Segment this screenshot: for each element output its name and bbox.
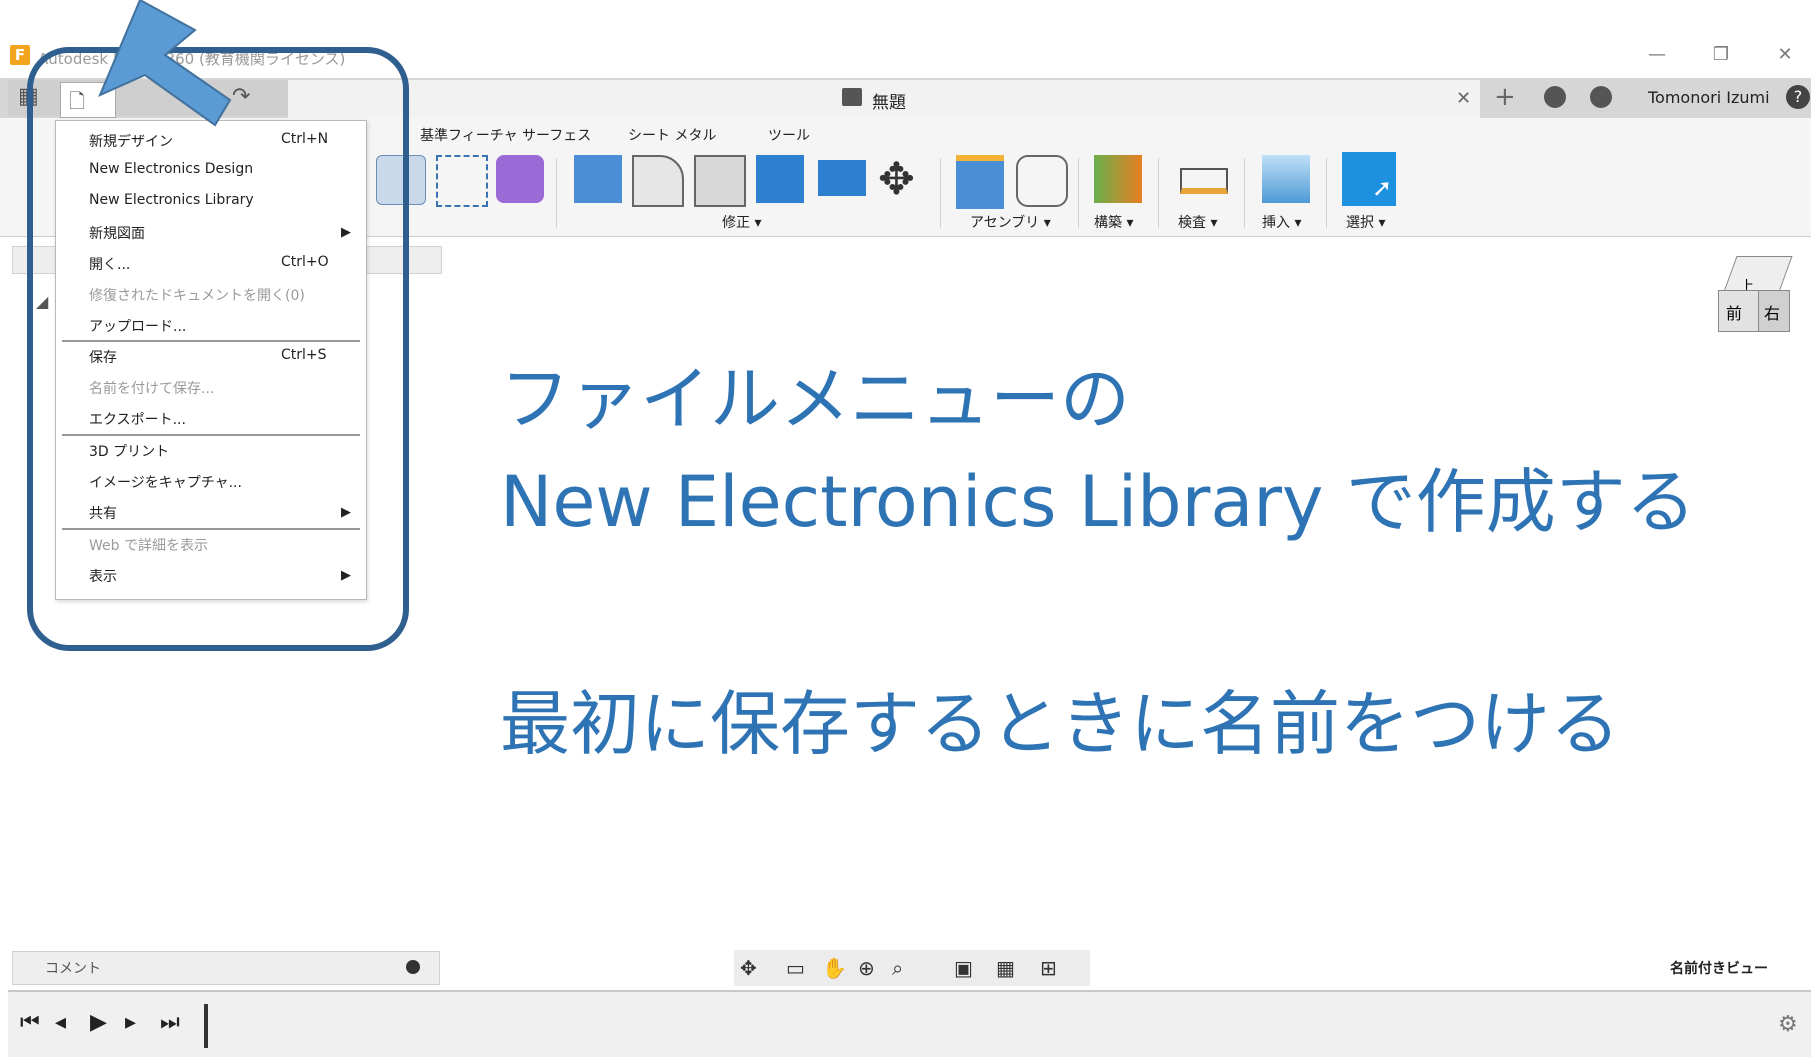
joint-icon[interactable] xyxy=(1016,155,1068,207)
grid-settings-icon[interactable]: ▦ xyxy=(996,956,1015,980)
ribbon-tab-sheet-metal[interactable]: シート メタル xyxy=(628,125,716,145)
pointer-arrow-icon xyxy=(98,0,232,127)
view-cube-top[interactable] xyxy=(1723,256,1793,292)
ribbon-separator xyxy=(940,158,941,228)
document-title: 無題 xyxy=(872,93,906,113)
step-forward-icon[interactable]: ▸ xyxy=(125,1010,136,1035)
assemble-group[interactable]: アセンブリ ▾ xyxy=(970,212,1051,232)
ribbon-separator xyxy=(1158,158,1159,228)
move-icon[interactable]: ✥ xyxy=(878,154,915,205)
new-tab-button[interactable]: + xyxy=(1494,82,1516,112)
ribbon-separator xyxy=(1078,158,1079,228)
step-back-icon[interactable]: ◂ xyxy=(55,1010,66,1035)
display-settings-icon[interactable]: ▣ xyxy=(954,956,973,980)
fillet-icon[interactable] xyxy=(632,155,684,207)
insert-image-icon[interactable] xyxy=(1262,155,1310,203)
new-component-icon[interactable] xyxy=(956,155,1004,209)
play-icon[interactable]: ▶ xyxy=(90,1010,107,1035)
press-pull-icon[interactable] xyxy=(574,155,622,203)
restore-button[interactable]: ❐ xyxy=(1706,44,1736,65)
annotation-line-2: New Electronics Library で作成する xyxy=(500,461,1696,543)
ribbon-tab-tools[interactable]: ツール xyxy=(768,125,810,145)
measure-icon[interactable] xyxy=(1180,168,1228,194)
sketch-icon[interactable] xyxy=(436,155,488,207)
close-tab-button[interactable]: ✕ xyxy=(1456,88,1471,109)
offset-plane-icon[interactable] xyxy=(1094,155,1142,203)
view-cube[interactable]: 上 前 右 xyxy=(1712,250,1793,334)
construct-group[interactable]: 構築 ▾ xyxy=(1094,212,1133,232)
help-button[interactable]: ? xyxy=(1786,85,1810,109)
select-icon[interactable]: ➚ xyxy=(1342,152,1396,206)
cursor-icon: ➚ xyxy=(1372,174,1393,202)
insert-group[interactable]: 挿入 ▾ xyxy=(1262,212,1301,232)
fit-icon[interactable]: ⌕ xyxy=(892,956,903,980)
modify-group[interactable]: 修正 ▾ xyxy=(722,212,761,232)
form-icon[interactable] xyxy=(496,155,544,203)
orbit-icon[interactable]: ✥ xyxy=(740,956,757,980)
ribbon-tab-surface[interactable]: 基準フィーチャ サーフェス xyxy=(420,125,591,145)
minimize-button[interactable]: — xyxy=(1642,44,1672,65)
view-cube-front-label: 前 xyxy=(1726,304,1743,323)
select-group[interactable]: 選択 ▾ xyxy=(1346,212,1385,232)
go-to-start-icon[interactable]: ⏮ xyxy=(20,1010,40,1035)
timeline-marker[interactable] xyxy=(204,1004,208,1048)
job-status-icon[interactable] xyxy=(1590,86,1612,108)
user-account[interactable]: Tomonori Izumi xyxy=(1648,88,1770,107)
add-comment-icon[interactable] xyxy=(406,960,420,974)
highlight-frame xyxy=(27,47,409,651)
ribbon-separator xyxy=(1326,158,1327,228)
view-cube-right-label: 右 xyxy=(1764,304,1781,323)
zoom-icon[interactable]: ⊕ xyxy=(858,956,875,980)
timeline-bar xyxy=(8,990,1811,1057)
pan-icon[interactable]: ✋ xyxy=(822,956,847,980)
combine-icon[interactable] xyxy=(756,155,804,203)
annotation-line-3: 最初に保存するときに名前をつける xyxy=(500,683,1620,765)
close-window-button[interactable]: ✕ xyxy=(1770,44,1800,65)
extensions-icon[interactable] xyxy=(1544,86,1566,108)
named-views-label[interactable]: 名前付きビュー xyxy=(1670,958,1768,978)
look-at-icon[interactable]: ▭ xyxy=(786,956,805,980)
shell-body-icon[interactable] xyxy=(694,155,746,207)
document-box-icon xyxy=(842,88,862,106)
inspect-group[interactable]: 検査 ▾ xyxy=(1178,212,1217,232)
offset-face-icon[interactable] xyxy=(818,160,866,196)
go-to-end-icon[interactable]: ⏭ xyxy=(160,1010,180,1035)
settings-gear-icon[interactable]: ⚙ xyxy=(1778,1012,1798,1037)
viewports-icon[interactable]: ⊞ xyxy=(1040,956,1057,980)
ribbon-separator xyxy=(1244,158,1245,228)
comment-label: コメント xyxy=(45,961,101,977)
ribbon-separator xyxy=(556,158,557,228)
fusion-logo-icon: F xyxy=(10,45,30,65)
annotation-line-1: ファイルメニューの xyxy=(500,358,1130,440)
